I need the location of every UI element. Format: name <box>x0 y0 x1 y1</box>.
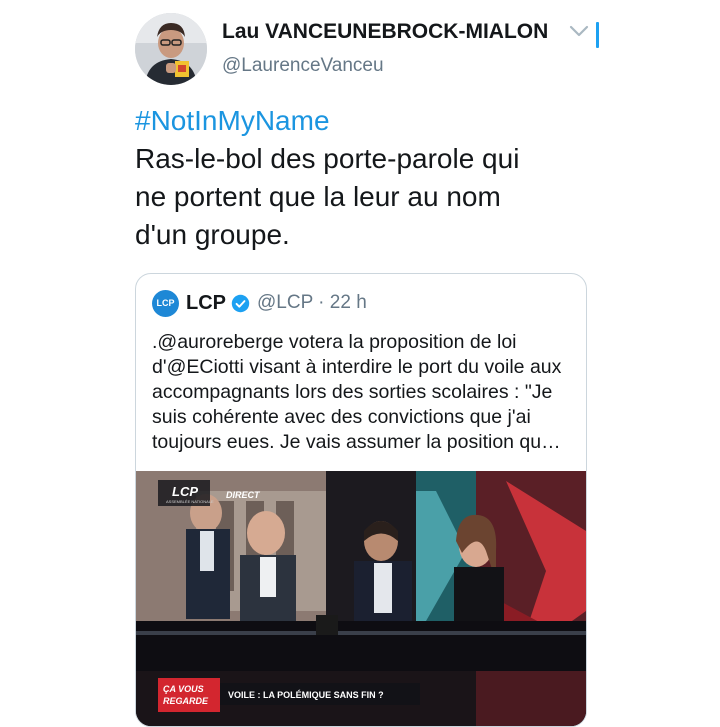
tweet-text-line: ne portent que la leur au nom <box>135 181 501 212</box>
tweet-text-line: d'un groupe. <box>135 219 290 250</box>
quoted-media[interactable]: LCP ASSEMBLÉE NATIONALE DIRECT ÇA VOUS R… <box>136 471 586 726</box>
tv-screenshot-image: LCP ASSEMBLÉE NATIONALE DIRECT ÇA VOUS R… <box>136 471 586 726</box>
author-handle[interactable]: @LaurenceVanceu <box>222 55 384 77</box>
channel-sub-text: ASSEMBLÉE NATIONALE <box>166 499 214 504</box>
tweet-text: #NotInMyName Ras-le-bol des porte-parole… <box>135 102 605 254</box>
quoted-author-name[interactable]: LCP <box>186 292 226 315</box>
show-name-line2: REGARDE <box>163 696 209 706</box>
quoted-text-line: d'@ECiotti visant à interdire le port du… <box>152 356 562 378</box>
live-label: DIRECT <box>226 490 261 500</box>
quoted-tweet-header: LCP LCP @LCP · 22 h <box>152 289 367 317</box>
avatar-image <box>135 13 207 85</box>
quoted-text-line: toujours eues. Je vais assumer la positi… <box>152 431 561 453</box>
chevron-down-icon[interactable] <box>568 22 590 40</box>
quoted-handle-time[interactable]: @LCP · 22 h <box>257 292 367 314</box>
verified-badge-icon <box>231 294 250 312</box>
quoted-tweet[interactable]: LCP LCP @LCP · 22 h .@auroreberge votera… <box>135 273 587 727</box>
quoted-text-line: suis cohérente avec des convictions que … <box>152 406 531 428</box>
tweet-text-line: Ras-le-bol des porte-parole qui <box>135 143 520 174</box>
quoted-text-line: accompagnants lors des sorties scolaires… <box>152 381 553 403</box>
show-name-line1: ÇA VOUS <box>163 684 204 694</box>
quoted-tweet-text: .@auroreberge votera la proposition de l… <box>152 330 577 455</box>
channel-logo-text: LCP <box>172 484 198 499</box>
author-name[interactable]: Lau VANCEUNEBROCK-MIALON <box>222 20 548 44</box>
scroll-indicator <box>596 22 599 48</box>
lcp-logo-icon[interactable]: LCP <box>152 289 179 317</box>
quoted-text-line: .@auroreberge votera la proposition de l… <box>152 331 517 353</box>
hashtag-link[interactable]: #NotInMyName <box>135 102 605 140</box>
author-avatar[interactable] <box>135 13 207 85</box>
banner-text: VOILE : LA POLÉMIQUE SANS FIN ? <box>228 690 384 700</box>
